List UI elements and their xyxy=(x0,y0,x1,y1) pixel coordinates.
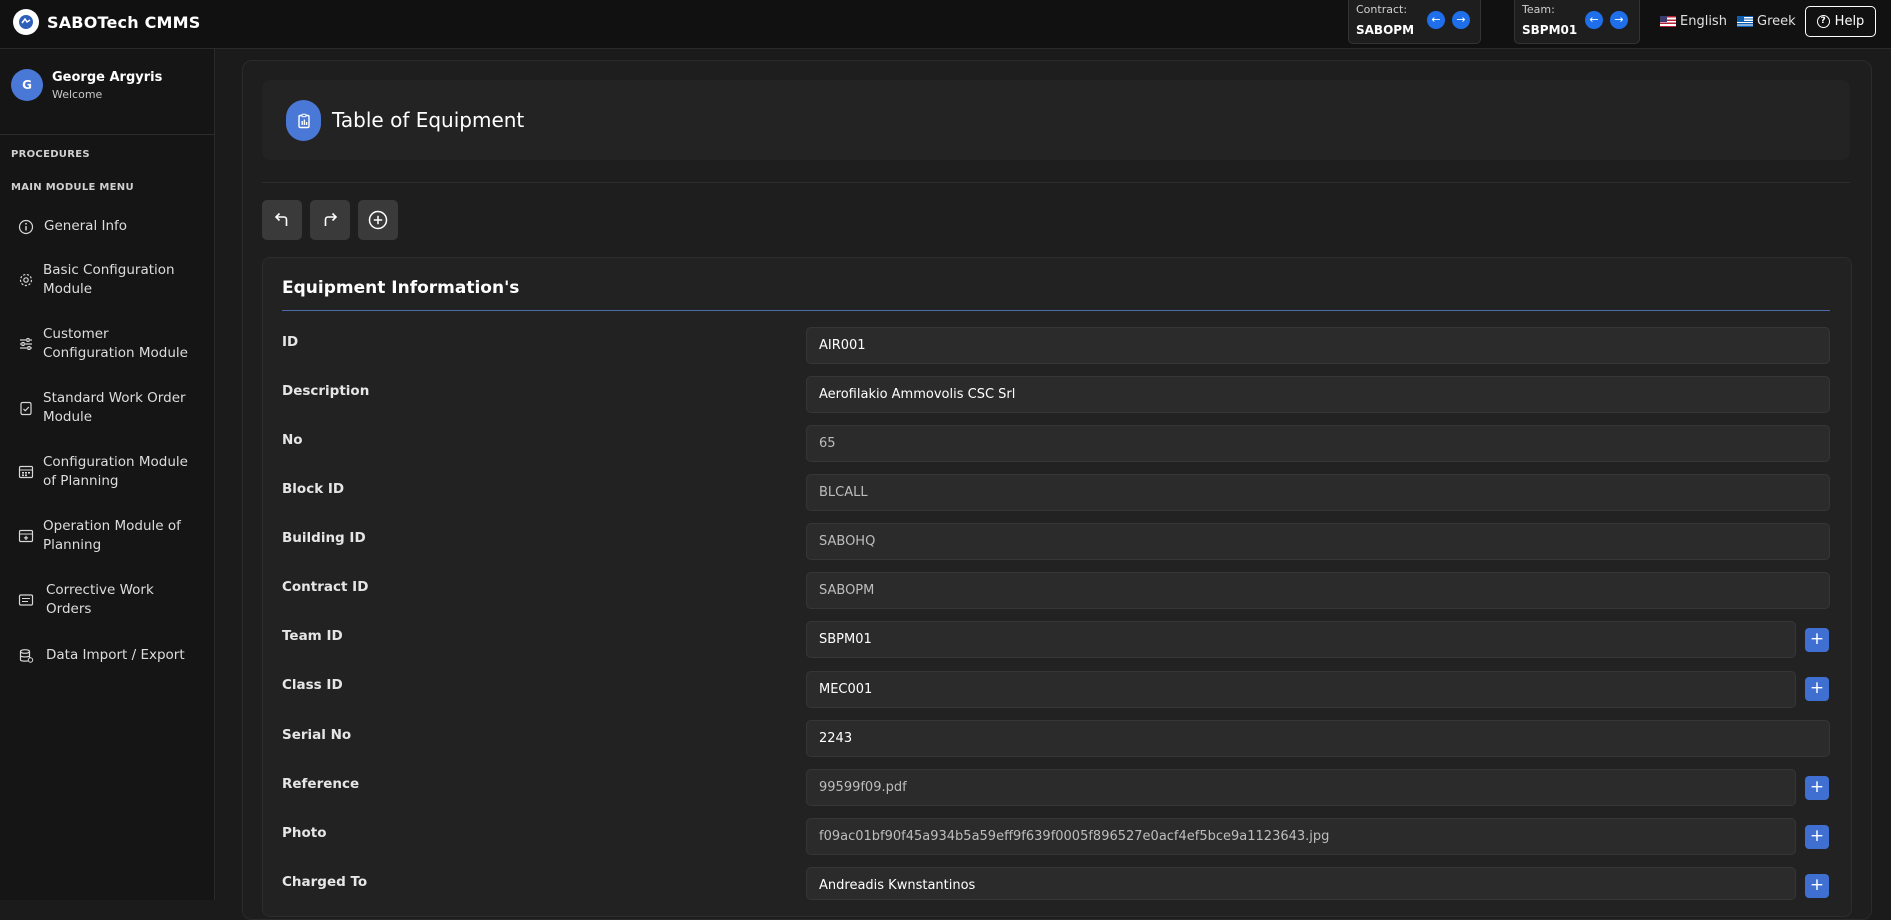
add-button[interactable] xyxy=(358,200,398,240)
add-circle-icon xyxy=(368,210,388,230)
field-label-reference: Reference xyxy=(282,776,360,792)
add-team-button[interactable]: + xyxy=(1805,628,1829,652)
team-selector: Team: SBPM01 ← → xyxy=(1514,0,1640,44)
sidebar-item-data-import-export[interactable]: Data Import / Export xyxy=(18,646,208,665)
team-next-icon[interactable]: → xyxy=(1610,11,1628,29)
sidebar-divider xyxy=(0,134,215,135)
info-icon xyxy=(18,219,34,234)
description-field[interactable]: Aerofilakio Ammovolis CSC Srl xyxy=(806,376,1830,413)
calendar-grid-icon xyxy=(18,465,34,479)
photo-field[interactable]: f09ac01bf90f45a934b5a59eff9f639f0005f896… xyxy=(806,818,1796,855)
language-greek[interactable]: Greek xyxy=(1737,14,1796,29)
team-id-field[interactable]: SBPM01 xyxy=(806,621,1796,658)
sidebar-item-general-info[interactable]: General Info xyxy=(18,217,208,236)
class-id-field[interactable]: MEC001 xyxy=(806,671,1796,708)
language-english-label: English xyxy=(1680,14,1727,29)
redo-button[interactable] xyxy=(310,200,350,240)
contract-value: SABOPM xyxy=(1356,23,1415,37)
field-label-serial-no: Serial No xyxy=(282,727,352,743)
team-value: SBPM01 xyxy=(1522,23,1578,37)
field-label-no: No xyxy=(282,432,303,448)
sidebar-item-label: Data Import / Export xyxy=(46,647,185,663)
list-card-icon xyxy=(18,594,34,606)
user-subtitle: Welcome xyxy=(52,87,103,101)
charged-to-field[interactable]: Andreadis Kwnstantinos xyxy=(806,867,1796,900)
team-label: Team: xyxy=(1522,3,1555,16)
section-main-menu: MAIN MODULE MENU xyxy=(11,182,134,193)
contract-selector: Contract: SABOPM ← → xyxy=(1348,0,1481,44)
language-greek-label: Greek xyxy=(1757,14,1796,29)
sidebar-item-basic-config[interactable]: Basic Configuration Module xyxy=(18,261,208,299)
contract-id-field[interactable]: SABOPM xyxy=(806,572,1830,609)
sidebar-item-operation-planning[interactable]: Operation Module of Planning xyxy=(18,517,208,555)
sidebar: G George Argyris Welcome PROCEDURES MAIN… xyxy=(0,49,215,900)
help-label: Help xyxy=(1834,14,1865,29)
add-reference-button[interactable]: + xyxy=(1805,776,1829,800)
database-icon xyxy=(19,648,34,663)
sidebar-item-label: Customer Configuration Module xyxy=(43,326,188,361)
no-field[interactable]: 65 xyxy=(806,425,1830,462)
sidebar-item-customer-config[interactable]: Customer Configuration Module xyxy=(18,325,208,363)
field-label-building-id: Building ID xyxy=(282,530,366,546)
reference-field[interactable]: 99599f09.pdf xyxy=(806,769,1796,806)
add-class-button[interactable]: + xyxy=(1805,677,1829,701)
field-label-team-id: Team ID xyxy=(282,628,343,644)
clipboard-check-icon xyxy=(20,401,32,416)
building-id-field[interactable]: SABOHQ xyxy=(806,523,1830,560)
sidebar-item-label: General Info xyxy=(44,218,128,234)
sidebar-item-label: Configuration Module of Planning xyxy=(43,454,188,489)
add-charged-to-button[interactable]: + xyxy=(1805,874,1829,898)
section-procedures[interactable]: PROCEDURES xyxy=(11,149,90,160)
field-label-description: Description xyxy=(282,383,370,399)
field-label-photo: Photo xyxy=(282,825,327,841)
redo-icon xyxy=(324,212,338,226)
sidebar-item-label: Corrective Work Orders xyxy=(46,582,154,617)
form-heading: Equipment Information's xyxy=(282,278,520,298)
id-field[interactable]: AIR001 xyxy=(806,327,1830,364)
language-english[interactable]: English xyxy=(1660,14,1727,29)
serial-no-field[interactable]: 2243 xyxy=(806,720,1830,757)
us-flag-icon xyxy=(1660,16,1676,27)
contract-next-icon[interactable]: → xyxy=(1452,11,1470,29)
field-label-class-id: Class ID xyxy=(282,677,343,693)
gear-icon xyxy=(19,273,33,287)
greece-flag-icon xyxy=(1737,16,1753,27)
title-divider xyxy=(262,182,1850,183)
field-label-block-id: Block ID xyxy=(282,481,345,497)
sidebar-item-label: Standard Work Order Module xyxy=(43,390,186,425)
brand-logo-icon xyxy=(13,9,39,35)
contract-label: Contract: xyxy=(1356,3,1408,16)
user-profile[interactable]: G George Argyris Welcome xyxy=(11,69,162,101)
field-label-charged-to: Charged To xyxy=(282,874,368,890)
undo-icon xyxy=(274,212,288,226)
block-id-field[interactable]: BLCALL xyxy=(806,474,1830,511)
sidebar-item-label: Operation Module of Planning xyxy=(43,518,181,553)
sidebar-item-corrective-work-orders[interactable]: Corrective Work Orders xyxy=(18,581,208,619)
question-icon: ? xyxy=(1816,15,1830,28)
help-button[interactable]: ? Help xyxy=(1805,6,1876,37)
field-label-contract-id: Contract ID xyxy=(282,579,369,595)
page-title: Table of Equipment xyxy=(332,108,525,132)
top-bar: SABOTech CMMS Contract: SABOPM ← → Team:… xyxy=(0,0,1891,49)
add-photo-button[interactable]: + xyxy=(1805,825,1829,849)
brand[interactable]: SABOTech CMMS xyxy=(13,9,201,35)
calendar-add-icon xyxy=(18,529,34,543)
undo-button[interactable] xyxy=(262,200,302,240)
contract-prev-icon[interactable]: ← xyxy=(1427,11,1445,29)
team-prev-icon[interactable]: ← xyxy=(1585,11,1603,29)
sliders-icon xyxy=(20,338,32,350)
sidebar-item-standard-work-order[interactable]: Standard Work Order Module xyxy=(18,389,208,427)
sidebar-item-config-planning[interactable]: Configuration Module of Planning xyxy=(18,453,208,491)
app-title: SABOTech CMMS xyxy=(47,12,201,32)
field-label-id: ID xyxy=(282,334,299,350)
form-heading-underline xyxy=(282,310,1830,311)
sidebar-item-label: Basic Configuration Module xyxy=(43,262,175,297)
user-name: George Argyris xyxy=(52,69,163,85)
avatar: G xyxy=(11,69,43,101)
clipboard-title-icon xyxy=(286,100,321,141)
